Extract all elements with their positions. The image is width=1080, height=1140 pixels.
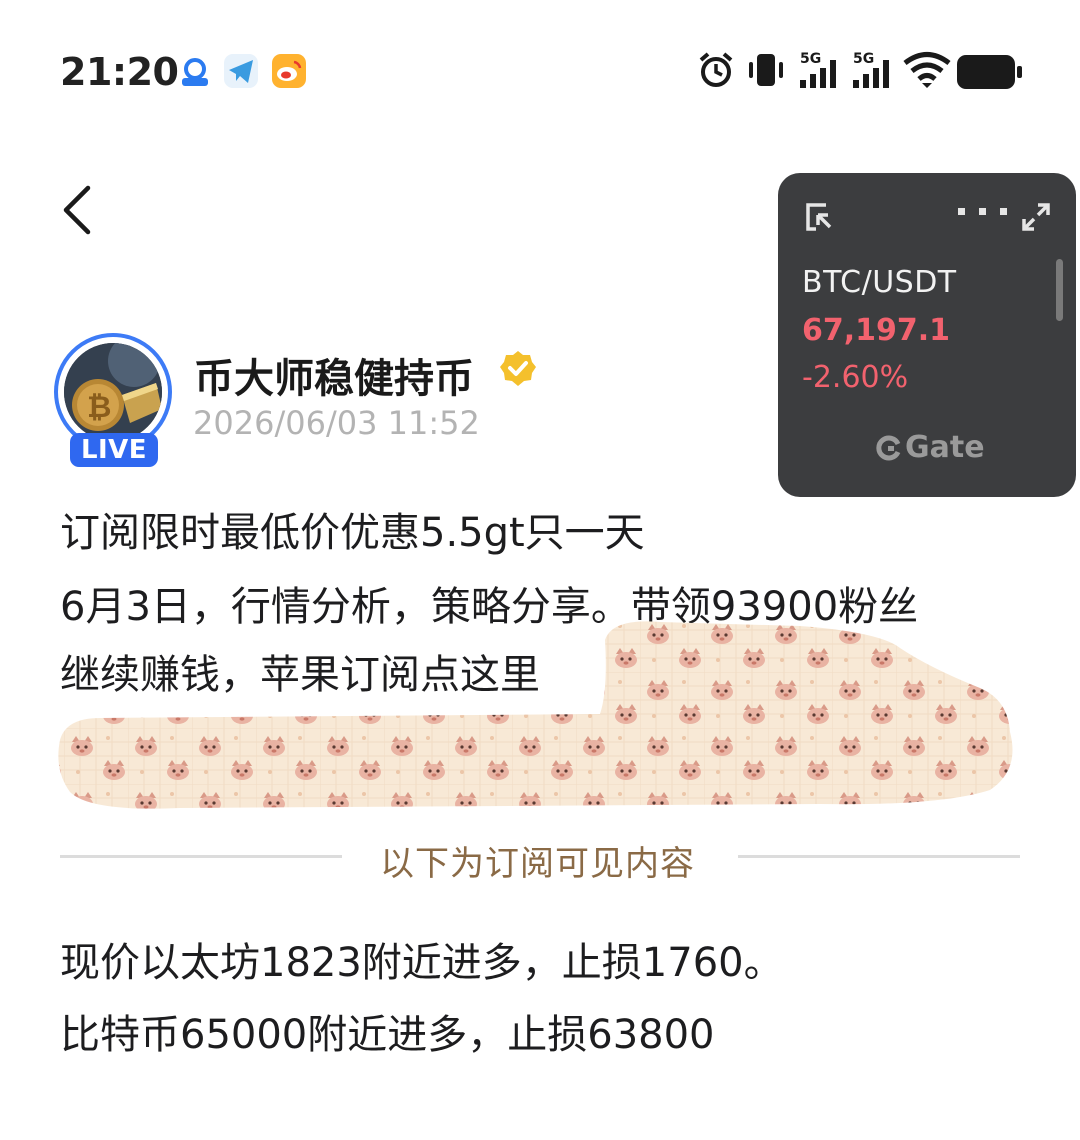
paid-line-eth: 现价以太坊1823附近进多，止损1760。 [60,940,784,986]
paid-line-btc: 比特币65000附近进多，止损63800 [60,1012,715,1058]
divider-left [60,855,342,858]
divider-right [738,855,1020,858]
post-detail-screen: 21:20 5G 5G BTC/USDT 67,197.1 -2.60% Gat… [0,0,1080,1140]
subscriber-only-label: 以下为订阅可见内容 [380,844,695,884]
